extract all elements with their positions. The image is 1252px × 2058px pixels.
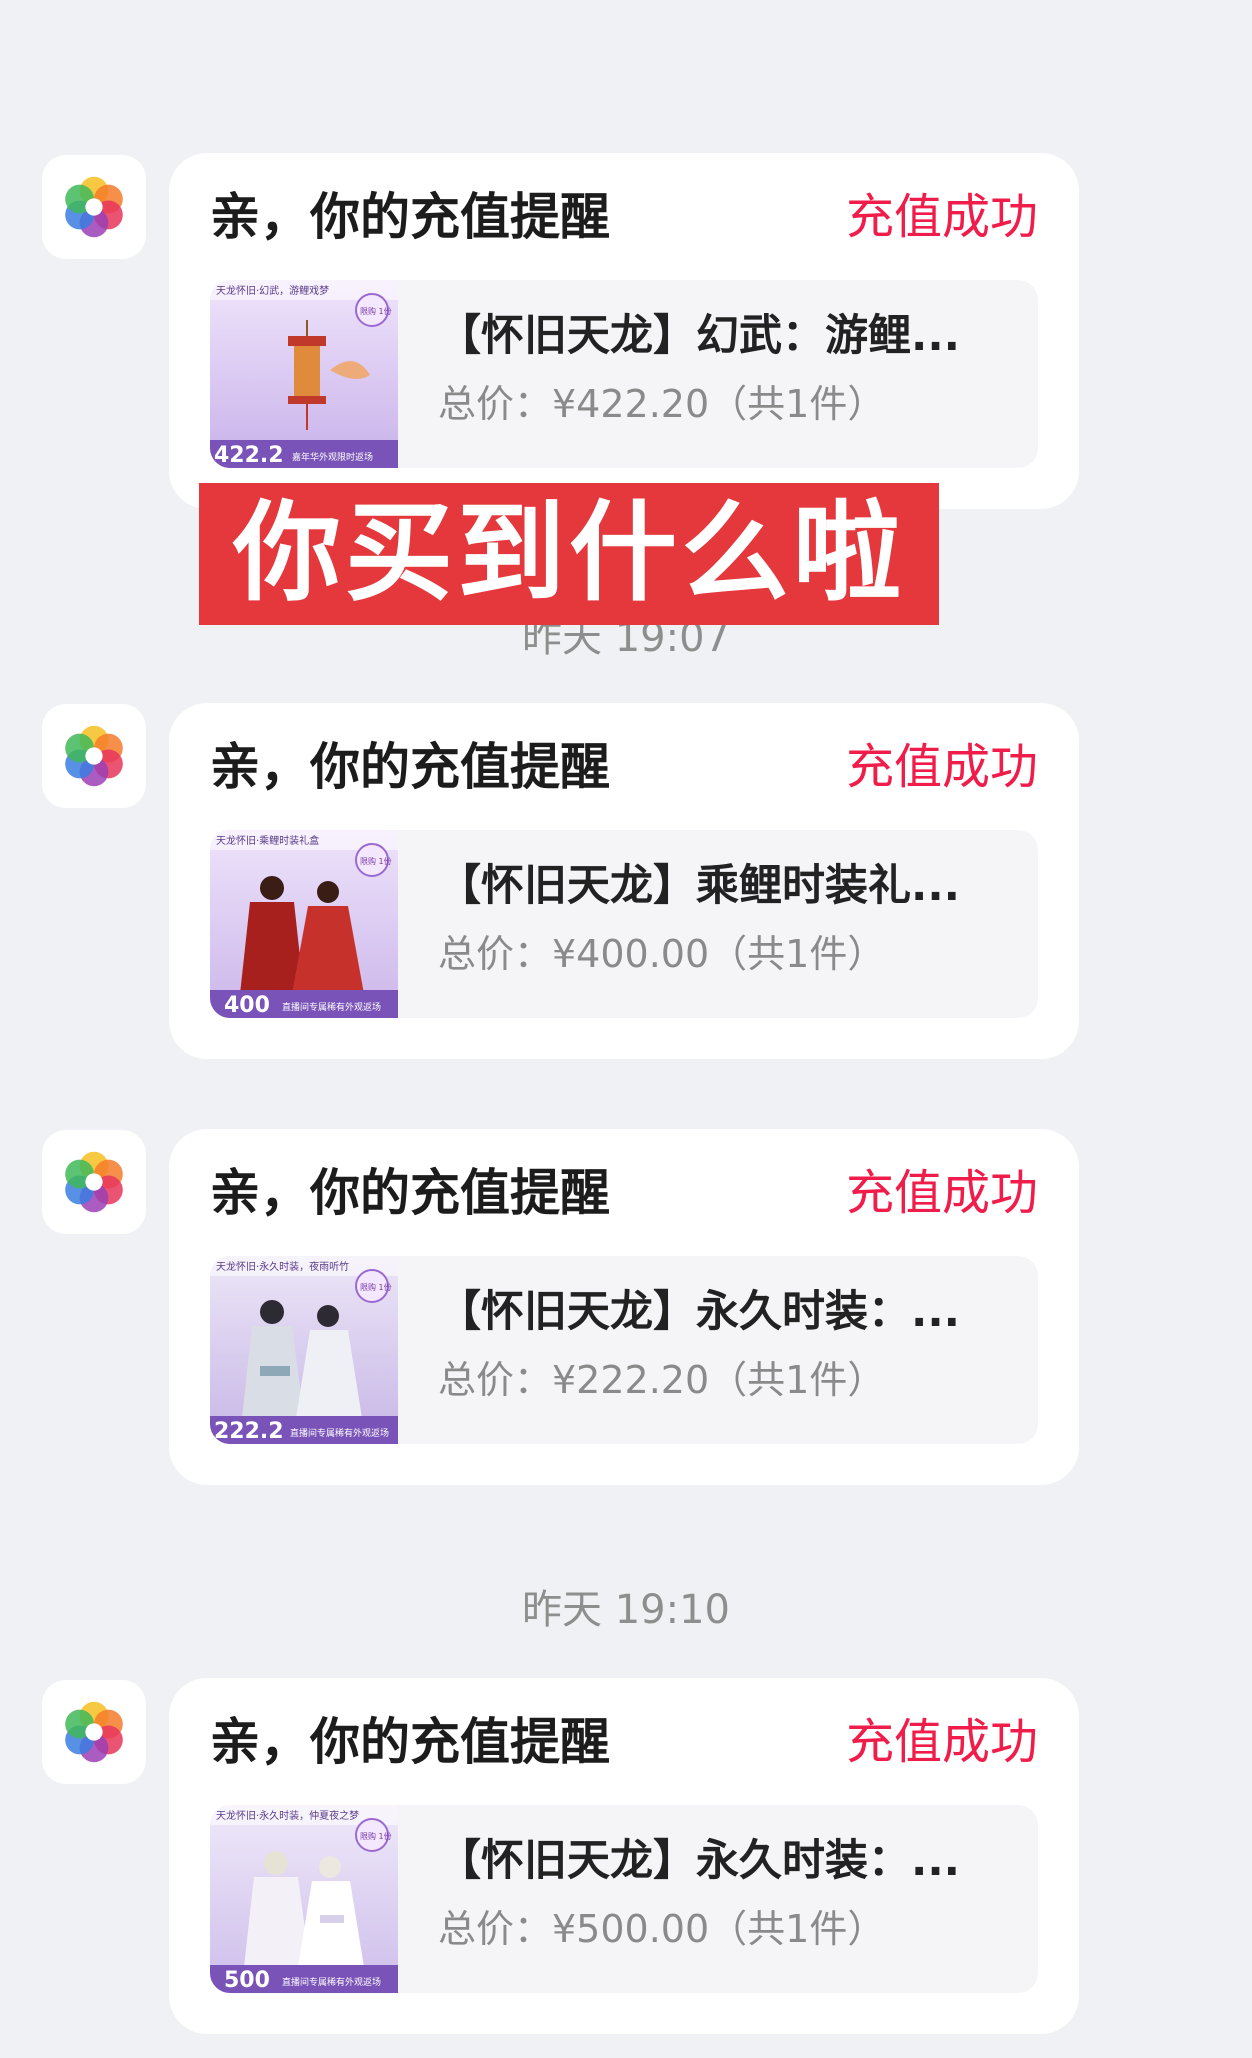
order-item[interactable]: 天龙怀旧·永久时装，仲夏夜之梦 限购 1份 500 直播间专属稀有外观返场 【怀… (210, 1805, 1038, 1993)
product-thumbnail: 天龙怀旧·永久时装，仲夏夜之梦 限购 1份 500 直播间专属稀有外观返场 (210, 1805, 398, 1993)
flower-logo-icon (65, 1151, 123, 1213)
thumb-bottom-text: 直播间专属稀有外观返场 (290, 1427, 389, 1439)
product-price: 总价：¥422.20（共1件） (438, 382, 886, 426)
recharge-notice-card[interactable]: 亲，你的充值提醒 充值成功 天龙怀旧·幻武，游鲤戏梦 限购 1份 422.2 嘉… (169, 153, 1079, 509)
app-avatar[interactable] (42, 155, 146, 259)
thumb-top-text: 天龙怀旧·永久时装，夜雨听竹 (216, 1260, 349, 1273)
recharge-notice-card[interactable]: 亲，你的充值提醒 充值成功 天龙怀旧·永久时装，仲夏夜之梦 限购 1份 500 … (169, 1678, 1079, 2034)
app-avatar[interactable] (42, 704, 146, 808)
thumb-top-text: 天龙怀旧·幻武，游鲤戏梦 (216, 284, 329, 297)
product-thumbnail: 天龙怀旧·乘鲤时装礼盒 限购 1份 400 直播间专属稀有外观返场 (210, 830, 398, 1018)
recharge-notice-card[interactable]: 亲，你的充值提醒 充值成功 天龙怀旧·永久时装，夜雨听竹 限购 1份 222.2… (169, 1129, 1079, 1485)
thumb-price: 500 (224, 1968, 270, 1993)
thumb-top-text: 天龙怀旧·永久时装，仲夏夜之梦 (216, 1809, 359, 1822)
status-label: 充值成功 (845, 1165, 1038, 1221)
thumb-price: 222.2 (214, 1419, 284, 1444)
card-title: 亲，你的充值提醒 (210, 1164, 610, 1222)
order-item[interactable]: 天龙怀旧·乘鲤时装礼盒 限购 1份 400 直播间专属稀有外观返场 【怀旧天龙】… (210, 830, 1038, 1018)
product-price: 总价：¥400.00（共1件） (438, 932, 886, 976)
status-label: 充值成功 (845, 1714, 1038, 1770)
thumb-bottom-text: 直播间专属稀有外观返场 (282, 1001, 381, 1013)
thumb-price: 422.2 (214, 443, 284, 468)
thumb-badge: 限购 1份 (360, 856, 392, 866)
card-title: 亲，你的充值提醒 (210, 188, 610, 246)
card-title: 亲，你的充值提醒 (210, 1713, 610, 1771)
recharge-notice-card[interactable]: 亲，你的充值提醒 充值成功 天龙怀旧·乘鲤时装礼盒 限购 1份 400 直播间专… (169, 703, 1079, 1059)
overlay-caption: 你买到什么啦 (199, 483, 939, 625)
product-price: 总价：¥222.20（共1件） (438, 1358, 886, 1402)
status-label: 充值成功 (845, 739, 1038, 795)
thumb-bottom-text: 直播间专属稀有外观返场 (282, 1976, 381, 1988)
flower-logo-icon (65, 176, 123, 238)
product-name: 【怀旧天龙】幻武：游鲤... (438, 311, 961, 361)
product-price: 总价：¥500.00（共1件） (438, 1907, 886, 1951)
thumb-price: 400 (224, 993, 270, 1018)
product-thumbnail: 天龙怀旧·幻武，游鲤戏梦 限购 1份 422.2 嘉年华外观限时返场 (210, 280, 398, 468)
thumb-badge: 限购 1份 (360, 306, 392, 316)
flower-logo-icon (65, 1701, 123, 1763)
thumb-badge: 限购 1份 (360, 1831, 392, 1841)
product-name: 【怀旧天龙】永久时装：... (438, 1287, 961, 1337)
order-item[interactable]: 天龙怀旧·幻武，游鲤戏梦 限购 1份 422.2 嘉年华外观限时返场 【怀旧天龙… (210, 280, 1038, 468)
product-name: 【怀旧天龙】乘鲤时装礼... (438, 861, 961, 911)
thumb-top-text: 天龙怀旧·乘鲤时装礼盒 (216, 834, 319, 847)
app-avatar[interactable] (42, 1680, 146, 1784)
app-avatar[interactable] (42, 1130, 146, 1234)
thumb-badge: 限购 1份 (360, 1282, 392, 1292)
product-thumbnail: 天龙怀旧·永久时装，夜雨听竹 限购 1份 222.2 直播间专属稀有外观返场 (210, 1256, 398, 1444)
status-label: 充值成功 (845, 189, 1038, 245)
product-name: 【怀旧天龙】永久时装：... (438, 1836, 961, 1886)
flower-logo-icon (65, 725, 123, 787)
order-item[interactable]: 天龙怀旧·永久时装，夜雨听竹 限购 1份 222.2 直播间专属稀有外观返场 【… (210, 1256, 1038, 1444)
card-title: 亲，你的充值提醒 (210, 738, 610, 796)
thumb-bottom-text: 嘉年华外观限时返场 (292, 451, 373, 463)
timestamp: 昨天 19:10 (522, 1587, 730, 1633)
